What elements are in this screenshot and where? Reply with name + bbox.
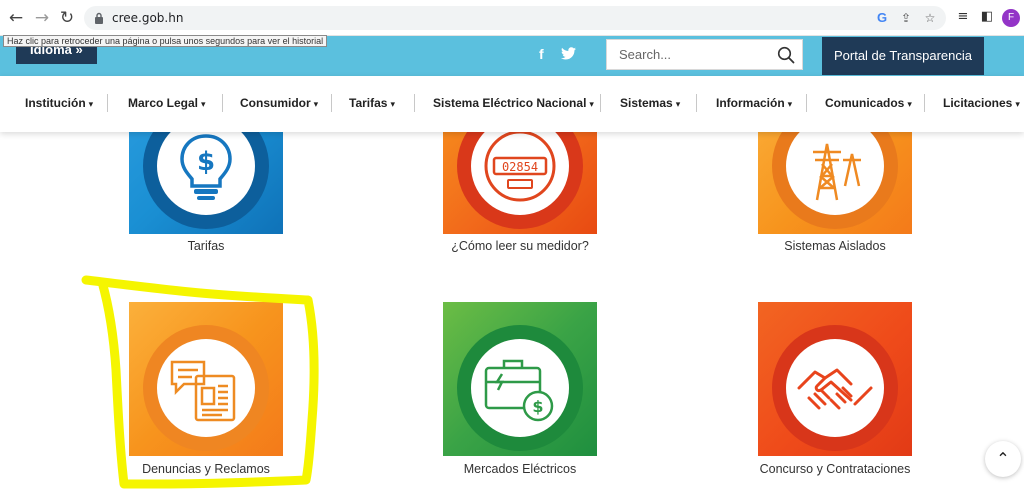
tile-caption[interactable]: Mercados Eléctricos: [420, 462, 620, 476]
meter-reading: 02854: [502, 160, 538, 174]
back-arrow-icon[interactable]: ←: [6, 8, 26, 28]
nav-item-marco-legal[interactable]: Marco Legal ▾: [128, 96, 206, 110]
tile-mercados-electricos[interactable]: $: [443, 302, 597, 456]
scroll-to-top-button[interactable]: ⌃: [985, 441, 1021, 477]
nav-separator: [696, 94, 697, 112]
complaint-documents-icon: [170, 360, 236, 422]
lock-icon[interactable]: [94, 12, 104, 24]
tile-denuncias-reclamos[interactable]: [129, 302, 283, 456]
side-panel-icon[interactable]: ◧: [979, 9, 995, 25]
main-nav: Institución ▾ Marco Legal ▾ Consumidor ▾ Ta…: [0, 76, 1024, 132]
address-bar[interactable]: cree.gob.hn G ⇪ ☆: [84, 6, 946, 30]
chevron-down-icon: ▾: [390, 100, 395, 110]
avatar[interactable]: F: [1002, 9, 1020, 27]
url-text[interactable]: cree.gob.hn: [112, 11, 183, 25]
reload-icon[interactable]: ↻: [57, 8, 77, 28]
chevron-down-icon: ▾: [675, 100, 681, 110]
tile-caption[interactable]: Concurso y Contrataciones: [735, 462, 935, 476]
search-icon[interactable]: [777, 46, 795, 64]
nav-item-sistema-electrico-nacional[interactable]: Sistema Eléctrico Nacional ▾: [433, 96, 594, 110]
svg-text:$: $: [197, 147, 215, 177]
nav-item-licitaciones[interactable]: Licitaciones ▾: [943, 96, 1020, 110]
nav-item-tarifas[interactable]: Tarifas ▾: [349, 96, 395, 110]
tile-caption[interactable]: ¿Cómo leer su medidor?: [420, 239, 620, 253]
nav-separator: [331, 94, 332, 112]
portal-transparencia-button[interactable]: Portal de Transparencia: [822, 37, 984, 75]
nav-separator: [600, 94, 601, 112]
nav-separator: [806, 94, 807, 112]
chevron-down-icon: ▾: [589, 100, 594, 110]
chevron-down-icon: ▾: [313, 100, 319, 110]
chevron-down-icon: ▾: [787, 100, 793, 110]
handshake-icon: [797, 368, 873, 410]
google-translate-icon[interactable]: G: [874, 10, 890, 26]
nav-item-consumidor[interactable]: Consumidor ▾: [240, 96, 318, 110]
chevron-down-icon: ▾: [907, 100, 912, 110]
nav-separator: [222, 94, 223, 112]
tile-concurso-contrataciones[interactable]: [758, 302, 912, 456]
tile-caption[interactable]: Tarifas: [129, 239, 283, 253]
lightbulb-dollar-icon: $: [180, 134, 232, 200]
nav-item-informacion[interactable]: Información ▾: [716, 96, 792, 110]
nav-item-sistemas[interactable]: Sistemas ▾: [620, 96, 680, 110]
bookmark-star-icon[interactable]: ☆: [922, 10, 938, 26]
twitter-icon[interactable]: [561, 47, 576, 60]
tile-caption[interactable]: Denuncias y Reclamos: [106, 462, 306, 476]
tile-caption[interactable]: Sistemas Aislados: [735, 239, 935, 253]
forward-arrow-icon[interactable]: →: [32, 8, 52, 28]
search-box: [606, 39, 803, 70]
nav-separator: [414, 94, 415, 112]
chevron-down-icon: ▾: [201, 100, 206, 110]
chevron-down-icon: ▾: [1015, 100, 1020, 110]
back-button-tooltip: Haz clic para retroceder una página o pu…: [3, 35, 328, 47]
briefcase-money-icon: $: [484, 359, 554, 422]
reading-list-icon[interactable]: ≡: [955, 9, 971, 25]
chevron-up-icon: ⌃: [996, 449, 1010, 468]
chevron-down-icon: ▾: [88, 100, 94, 110]
page: ← → ↻ cree.gob.hn G ⇪ ☆ ≡ ◧ F Idioma » f: [0, 0, 1024, 493]
svg-text:$: $: [532, 397, 543, 416]
facebook-icon[interactable]: f: [539, 46, 544, 62]
nav-item-institucion[interactable]: Institución ▾: [25, 96, 93, 110]
power-tower-icon: [813, 143, 861, 201]
nav-item-comunicados[interactable]: Comunicados ▾: [825, 96, 912, 110]
electric-meter-icon: 02854: [484, 130, 556, 202]
nav-separator: [107, 94, 108, 112]
nav-separator: [924, 94, 925, 112]
browser-toolbar: ← → ↻ cree.gob.hn G ⇪ ☆ ≡ ◧ F: [0, 0, 1024, 36]
share-icon[interactable]: ⇪: [898, 10, 914, 26]
search-input[interactable]: [607, 40, 767, 69]
